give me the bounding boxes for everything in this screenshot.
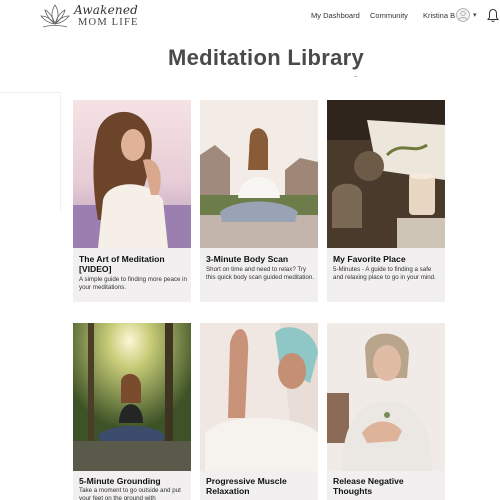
card-title[interactable]: Progressive Muscle Relaxation [206, 476, 314, 496]
nav-my-dashboard[interactable]: My Dashboard [311, 11, 360, 20]
page-title: Meditation Library [167, 45, 365, 70]
card-image-woman-forest-sunlight [73, 323, 191, 471]
lotus-logo-icon [40, 4, 70, 28]
divider [0, 92, 60, 93]
meditation-card-release-negative-thoughts[interactable]: Release Negative Thoughts [327, 323, 445, 500]
divider [354, 76, 357, 77]
meditation-card-grounding[interactable]: 5-Minute Grounding Take a moment to go o… [73, 323, 191, 500]
bell-icon[interactable] [487, 8, 499, 23]
card-title[interactable]: The Art of Meditation [VIDEO] [79, 254, 187, 274]
nav-community[interactable]: Community [370, 11, 408, 20]
card-description: Take a moment to go outside and put your… [79, 487, 181, 500]
meditation-card-favorite-place[interactable]: My Favorite Place 5-Minutes - A guide to… [327, 100, 445, 302]
card-description: 5-Minutes - A guide to finding a safe an… [333, 266, 436, 281]
card-image-woman-prayer-hands [200, 323, 318, 471]
card-image-tea-and-candle [327, 100, 445, 248]
meditation-card-muscle-relaxation[interactable]: Progressive Muscle Relaxation [200, 323, 318, 500]
card-description: Short on time and need to relax? Try thi… [206, 266, 315, 281]
chevron-down-icon[interactable]: ▾ [473, 11, 477, 19]
card-title[interactable]: 5-Minute Grounding [79, 476, 187, 486]
site-header: Awakened MOM LIFE My Dashboard Community… [0, 0, 500, 34]
meditation-card-art-of-meditation[interactable]: The Art of Meditation [VIDEO] A simple g… [73, 100, 191, 302]
user-avatar-icon[interactable] [456, 8, 470, 22]
card-title[interactable]: Release Negative Thoughts [333, 476, 441, 496]
card-title[interactable]: 3-Minute Body Scan [206, 254, 314, 264]
meditation-card-body-scan[interactable]: 3-Minute Body Scan Short on time and nee… [200, 100, 318, 302]
user-name[interactable]: Kristina B [423, 11, 455, 20]
logo[interactable]: Awakened MOM LIFE [39, 2, 139, 32]
card-image-woman-lavender-field [73, 100, 191, 248]
logo-text-line2: MOM LIFE [78, 17, 139, 28]
divider [60, 92, 61, 212]
logo-text-line1: Awakened [74, 3, 139, 17]
card-title[interactable]: My Favorite Place [333, 254, 441, 264]
card-description: A simple guide to finding more peace in … [79, 276, 188, 291]
card-image-woman-meditating-rocks [200, 100, 318, 248]
card-image-woman-hand-on-chest [327, 323, 445, 471]
